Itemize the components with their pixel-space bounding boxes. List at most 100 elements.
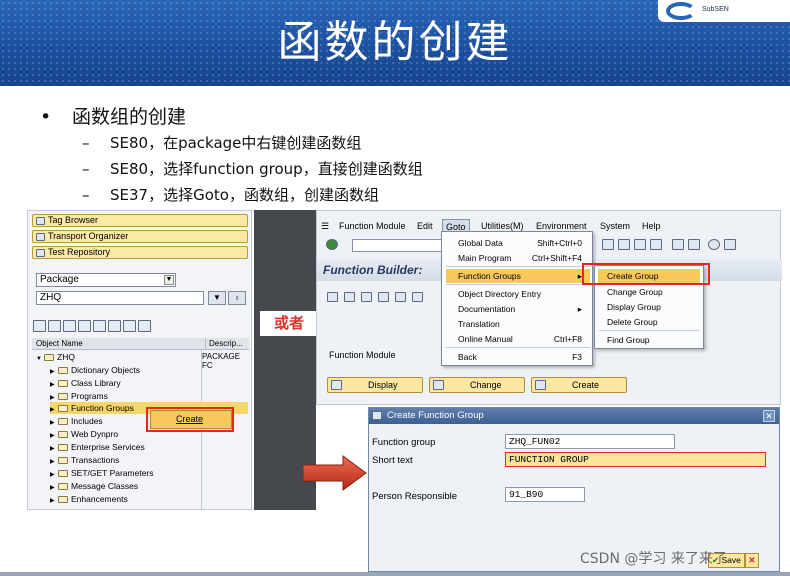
- last-page-icon[interactable]: [650, 239, 662, 250]
- expanded-icon[interactable]: ▼: [36, 353, 44, 365]
- function-module-label: Function Module: [329, 350, 396, 360]
- window-icon: [372, 411, 382, 420]
- menu-item-function-groups[interactable]: Function Groups ▸: [446, 269, 590, 283]
- transport-organizer-button[interactable]: Transport Organizer: [32, 230, 248, 243]
- column-description: Descrip...: [205, 338, 243, 349]
- menu-separator: [599, 330, 699, 331]
- test-repository-button[interactable]: Test Repository: [32, 246, 248, 259]
- menu-item-change-group[interactable]: Change Group: [607, 285, 663, 299]
- forward-arrow-icon[interactable]: [48, 320, 61, 332]
- tree-item[interactable]: ▶ Includes: [50, 415, 103, 427]
- tree-item[interactable]: ▶ Class Library: [50, 377, 121, 389]
- refresh-icon[interactable]: [108, 320, 121, 332]
- bullet-sub-2: – SE80，选择function group，直接创建函数组: [82, 158, 423, 179]
- create-button[interactable]: Create: [531, 377, 627, 393]
- chevron-down-icon: ▼: [213, 293, 221, 302]
- annotation-box-create: [146, 407, 234, 432]
- object-type-select[interactable]: Package ▼: [36, 273, 176, 287]
- window-icon[interactable]: [123, 320, 136, 332]
- tree-item[interactable]: ▶ Transactions: [50, 454, 119, 466]
- menu-separator: [446, 284, 590, 285]
- logo-text: SubSEN: [702, 6, 729, 13]
- menu-item-display-group[interactable]: Display Group: [607, 300, 661, 314]
- test-repository-icon: [36, 248, 45, 257]
- column-object-name: Object Name: [36, 339, 83, 348]
- slide-header: 函数的创建 SubSEN: [0, 0, 790, 86]
- tree-item[interactable]: ▶ Message Classes: [50, 480, 138, 492]
- test-icon[interactable]: [378, 291, 389, 302]
- tree-item[interactable]: ▶ Dictionary Objects: [50, 364, 140, 376]
- object-name-input[interactable]: ZHQ: [36, 291, 204, 305]
- menu-function-module[interactable]: Function Module: [339, 219, 406, 233]
- submenu-arrow-icon: ▸: [577, 304, 582, 314]
- info-icon[interactable]: [395, 291, 406, 302]
- menu-item-documentation[interactable]: Documentation ▸: [458, 302, 590, 316]
- transport-icon: [36, 232, 45, 241]
- chevron-down-icon[interactable]: ▼: [164, 275, 174, 285]
- tree-header: Object Name Descrip...: [32, 338, 249, 350]
- pencil-icon: [433, 380, 444, 390]
- menu-system[interactable]: System: [600, 219, 630, 233]
- where-used-icon[interactable]: [361, 291, 372, 302]
- menu-item-main-program[interactable]: Main Program Ctrl+Shift+F4: [458, 251, 590, 265]
- close-icon[interactable]: ✕: [763, 410, 775, 422]
- delete-icon[interactable]: [412, 291, 423, 302]
- menu-item-translation[interactable]: Translation: [458, 317, 590, 331]
- find-next-icon[interactable]: [618, 239, 630, 250]
- menu-edit[interactable]: Edit: [417, 219, 433, 233]
- back-arrow-icon[interactable]: [33, 320, 46, 332]
- folder-icon: [58, 393, 68, 400]
- bullet-sub-3: – SE37，选择Goto，函数组，创建函数组: [82, 184, 379, 205]
- menu-item-find-group[interactable]: Find Group: [607, 333, 650, 347]
- command-field[interactable]: [352, 239, 450, 252]
- activate-icon[interactable]: [344, 291, 355, 302]
- menu-separator: [446, 266, 590, 267]
- menu-help[interactable]: Help: [642, 219, 661, 233]
- tree-item[interactable]: ▶ Web Dynpro: [50, 428, 118, 440]
- tag-browser-button[interactable]: Tag Browser: [32, 214, 248, 227]
- enter-check-icon[interactable]: [326, 239, 338, 250]
- person-responsible-input[interactable]: 91_B90: [505, 487, 585, 502]
- cancel-button[interactable]: ✕: [744, 553, 759, 568]
- help-icon[interactable]: [708, 239, 720, 250]
- bullet-sub-text: SE80，选择function group，直接创建函数组: [110, 160, 423, 178]
- change-button[interactable]: Change: [429, 377, 525, 393]
- dialog-title-bar: Create Function Group ✕: [369, 408, 779, 424]
- tree-item[interactable]: ▶ Programs: [50, 390, 108, 402]
- shortcut-icon[interactable]: [688, 239, 700, 250]
- tree-root[interactable]: ▼ ZHQ: [36, 351, 75, 363]
- menu-item-delete-group[interactable]: Delete Group: [607, 315, 658, 329]
- first-page-icon[interactable]: [634, 239, 646, 250]
- find-icon[interactable]: [602, 239, 614, 250]
- person-responsible-label: Person Responsible: [372, 491, 458, 502]
- collapse-icon[interactable]: [78, 320, 91, 332]
- folder-icon: [58, 457, 68, 464]
- glasses-icon: ♁: [234, 293, 240, 302]
- tree-item[interactable]: ▶ Enterprise Services: [50, 441, 145, 453]
- menu-item-object-directory-entry[interactable]: Object Directory Entry: [458, 287, 590, 301]
- collapsed-icon[interactable]: ▶: [50, 495, 58, 507]
- dropdown-button[interactable]: ▼: [208, 291, 226, 305]
- menu-icon[interactable]: ☰: [321, 219, 329, 233]
- display-button[interactable]: Display: [327, 377, 423, 393]
- logo-mark-icon: [666, 2, 696, 20]
- bullet-sub-text: SE80，在package中右键创建函数组: [110, 134, 362, 152]
- hierarchy-icon[interactable]: [93, 320, 106, 332]
- other-object-icon[interactable]: [327, 291, 338, 302]
- tree-item[interactable]: ▶ SET/GET Parameters: [50, 467, 154, 479]
- tree-item[interactable]: ▶ Enhancements: [50, 493, 128, 505]
- function-group-input[interactable]: ZHQ_FUN02: [505, 434, 675, 449]
- or-label: 或者: [260, 311, 318, 336]
- folder-icon: [58, 496, 68, 503]
- display-glasses-button[interactable]: ♁: [228, 291, 246, 305]
- menu-item-global-data[interactable]: Global Data Shift+Ctrl+0: [458, 236, 590, 250]
- filter-icon[interactable]: [63, 320, 76, 332]
- bullet-sub-text: SE37，选择Goto，函数组，创建函数组: [110, 186, 379, 204]
- layout-icon[interactable]: [724, 239, 736, 250]
- menu-item-online-manual[interactable]: Online Manual Ctrl+F8: [458, 332, 590, 346]
- menu-item-back[interactable]: Back F3: [458, 350, 590, 364]
- new-session-icon[interactable]: [672, 239, 684, 250]
- bullet-main: • 函数组的创建: [40, 102, 186, 129]
- close-icon[interactable]: [138, 320, 151, 332]
- short-text-input[interactable]: FUNCTION GROUP: [505, 452, 766, 467]
